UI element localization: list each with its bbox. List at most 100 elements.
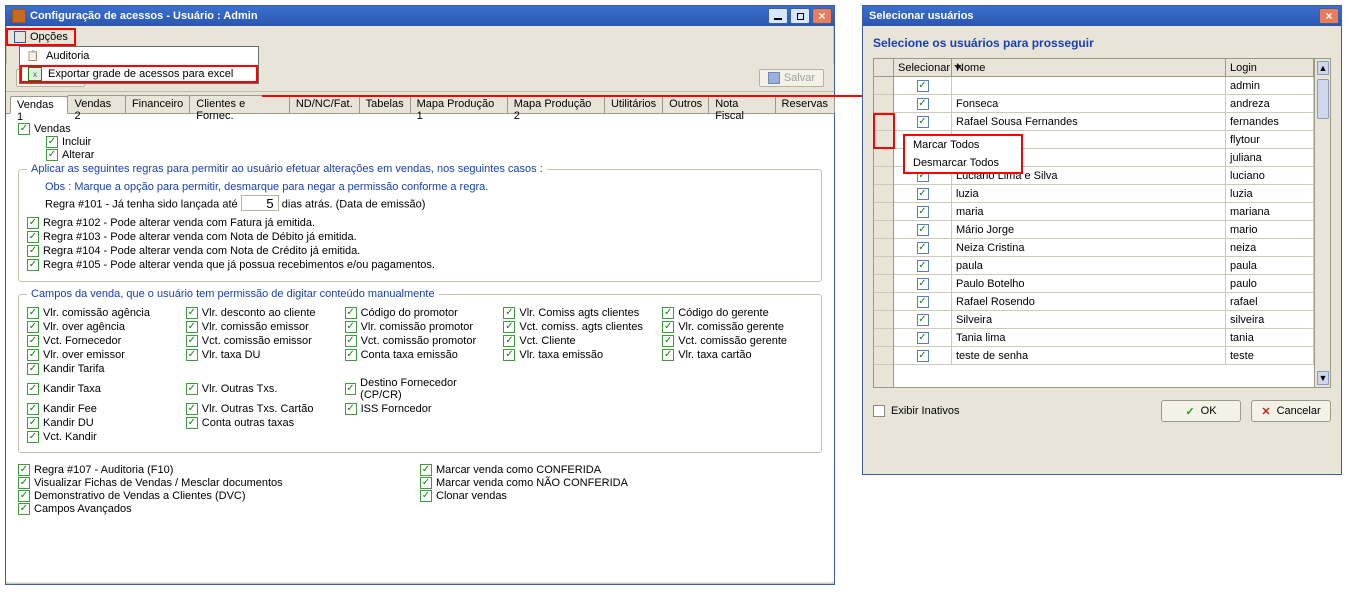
checkbox-field[interactable] — [186, 335, 198, 347]
table-row[interactable]: Paulo Botelhopaulo — [894, 275, 1314, 293]
checkbox-field[interactable] — [345, 335, 357, 347]
tab-reservas[interactable]: Reservas — [775, 95, 835, 113]
row-checkbox[interactable] — [917, 278, 929, 290]
tab-financeiro[interactable]: Financeiro — [125, 95, 190, 113]
checkbox-extra[interactable] — [18, 464, 30, 476]
row-checkbox[interactable] — [917, 98, 929, 110]
menu-item-auditoria[interactable]: Auditoria — [20, 47, 258, 65]
checkbox-field[interactable] — [345, 307, 357, 319]
table-row[interactable]: Rafael Rosendorafael — [894, 293, 1314, 311]
checkbox-extra[interactable] — [420, 490, 432, 502]
tab-tabelas[interactable]: Tabelas — [359, 95, 411, 113]
checkbox-field[interactable] — [503, 307, 515, 319]
checkbox-field[interactable] — [503, 335, 515, 347]
checkbox-field[interactable] — [662, 307, 674, 319]
close-button-sel[interactable]: × — [1319, 8, 1339, 24]
maximize-button[interactable] — [790, 8, 810, 24]
table-row[interactable]: Neiza Cristinaneiza — [894, 239, 1314, 257]
checkbox-extra[interactable] — [18, 490, 30, 502]
titlebar-main[interactable]: Configuração de acessos - Usuário : Admi… — [6, 6, 834, 26]
table-row[interactable]: mariamariana — [894, 203, 1314, 221]
row-checkbox[interactable] — [917, 206, 929, 218]
menu-opcoes[interactable]: Opções — [6, 28, 76, 46]
minimize-button[interactable] — [768, 8, 788, 24]
checkbox-extra[interactable] — [18, 477, 30, 489]
close-button[interactable]: × — [812, 8, 832, 24]
checkbox-field[interactable] — [345, 403, 357, 415]
row-checkbox[interactable] — [917, 350, 929, 362]
table-row[interactable]: Mário Jorgemario — [894, 221, 1314, 239]
checkbox-regra105[interactable] — [27, 259, 39, 271]
ctx-marcar-todos[interactable]: Marcar Todos — [905, 136, 1021, 154]
cancel-button[interactable]: ✕ Cancelar — [1251, 400, 1331, 422]
checkbox-extra[interactable] — [420, 464, 432, 476]
checkbox-field[interactable] — [27, 307, 39, 319]
checkbox-vendas[interactable] — [18, 123, 30, 135]
regra101-input[interactable] — [241, 195, 279, 211]
checkbox-extra[interactable] — [420, 477, 432, 489]
col-selecionar[interactable]: Selecionar — [894, 59, 952, 76]
checkbox-exibir-inativos[interactable] — [873, 405, 885, 417]
menu-item-exportar-excel[interactable]: Exportar grade de acessos para excel — [20, 65, 258, 83]
checkbox-field[interactable] — [27, 349, 39, 361]
checkbox-field[interactable] — [186, 383, 198, 395]
checkbox-field[interactable] — [503, 321, 515, 333]
checkbox-field[interactable] — [27, 417, 39, 429]
table-row[interactable]: paulapaula — [894, 257, 1314, 275]
checkbox-regra104[interactable] — [27, 245, 39, 257]
checkbox-field[interactable] — [662, 349, 674, 361]
tab-clientes-e-fornec-[interactable]: Clientes e Fornec. — [189, 95, 290, 113]
tab-vendas-1[interactable]: Vendas 1 — [10, 96, 68, 114]
row-checkbox[interactable] — [917, 332, 929, 344]
table-row[interactable]: Fonsecaandreza — [894, 95, 1314, 113]
checkbox-field[interactable] — [27, 335, 39, 347]
checkbox-field[interactable] — [345, 321, 357, 333]
checkbox-field[interactable] — [186, 321, 198, 333]
checkbox-alterar[interactable] — [46, 149, 58, 161]
checkbox-field[interactable] — [27, 403, 39, 415]
checkbox-field[interactable] — [27, 363, 39, 375]
checkbox-field[interactable] — [186, 307, 198, 319]
table-row[interactable]: Silveirasilveira — [894, 311, 1314, 329]
checkbox-field[interactable] — [662, 335, 674, 347]
checkbox-field[interactable] — [186, 417, 198, 429]
row-checkbox[interactable] — [917, 188, 929, 200]
checkbox-regra102[interactable] — [27, 217, 39, 229]
table-row[interactable]: admin — [894, 77, 1314, 95]
tab-nota-fiscal[interactable]: Nota Fiscal — [708, 95, 775, 113]
table-row[interactable]: teste de senhateste — [894, 347, 1314, 365]
col-login[interactable]: Login — [1226, 59, 1314, 76]
table-row[interactable]: Rafael Sousa Fernandesfernandes — [894, 113, 1314, 131]
tab-utilit-rios[interactable]: Utilitários — [604, 95, 663, 113]
tab-outros[interactable]: Outros — [662, 95, 709, 113]
row-checkbox[interactable] — [917, 116, 929, 128]
row-checkbox[interactable] — [917, 224, 929, 236]
checkbox-field[interactable] — [345, 383, 357, 395]
table-row[interactable]: luzialuzia — [894, 185, 1314, 203]
titlebar-sel[interactable]: Selecionar usuários × — [863, 6, 1341, 26]
scroll-up-icon[interactable]: ▲ — [1317, 61, 1329, 75]
checkbox-incluir[interactable] — [46, 136, 58, 148]
row-checkbox[interactable] — [917, 260, 929, 272]
row-checkbox[interactable] — [917, 314, 929, 326]
checkbox-field[interactable] — [27, 383, 39, 395]
checkbox-field[interactable] — [27, 321, 39, 333]
scroll-thumb[interactable] — [1317, 79, 1329, 119]
tab-vendas-2[interactable]: Vendas 2 — [67, 95, 125, 113]
checkbox-field[interactable] — [27, 431, 39, 443]
checkbox-field[interactable] — [662, 321, 674, 333]
checkbox-extra[interactable] — [18, 503, 30, 515]
table-row[interactable]: Tania limatania — [894, 329, 1314, 347]
ok-button[interactable]: ✓ OK — [1161, 400, 1241, 422]
scroll-down-icon[interactable]: ▼ — [1317, 371, 1329, 385]
row-checkbox[interactable] — [917, 242, 929, 254]
checkbox-field[interactable] — [186, 403, 198, 415]
row-checkbox[interactable] — [917, 296, 929, 308]
ctx-desmarcar-todos[interactable]: Desmarcar Todos — [905, 154, 1021, 172]
tab-nd-nc-fat-[interactable]: ND/NC/Fat. — [289, 95, 360, 113]
checkbox-field[interactable] — [503, 349, 515, 361]
tab-mapa-produ-o-1[interactable]: Mapa Produção 1 — [410, 95, 508, 113]
col-nome[interactable]: Nome — [952, 59, 1226, 76]
checkbox-field[interactable] — [186, 349, 198, 361]
row-checkbox[interactable] — [917, 80, 929, 92]
